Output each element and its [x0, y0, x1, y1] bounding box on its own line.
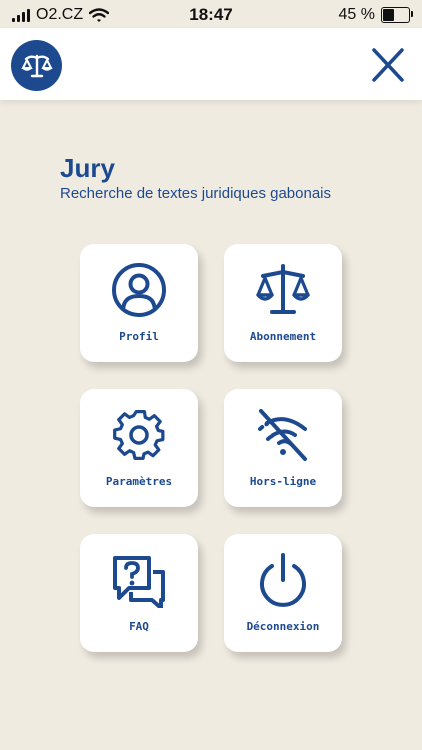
- logout-label: Déconnexion: [246, 620, 320, 633]
- battery-percent: 45 %: [338, 6, 375, 23]
- page-subtitle: Recherche de textes juridiques gabonais: [60, 185, 332, 202]
- offline-button[interactable]: Hors-ligne: [224, 389, 342, 507]
- subscription-label: Abonnement: [249, 330, 317, 343]
- question-chat-icon: [113, 556, 165, 608]
- page-title: Jury: [60, 153, 115, 183]
- profile-label: Profil: [119, 330, 159, 343]
- close-button[interactable]: [366, 45, 410, 87]
- scales-logo-icon: [11, 40, 62, 91]
- battery-icon: [381, 7, 413, 23]
- profile-button[interactable]: Profil: [80, 244, 198, 362]
- battery-group: 45 %: [338, 6, 413, 24]
- faq-button[interactable]: FAQ: [80, 534, 198, 652]
- wifi-off-icon: [258, 409, 307, 461]
- close-icon: [372, 48, 404, 82]
- user-circle-icon: [112, 263, 166, 317]
- faq-label: FAQ: [129, 620, 149, 633]
- settings-button[interactable]: Paramètres: [80, 389, 198, 507]
- scales-icon: [256, 264, 310, 314]
- logout-button[interactable]: Déconnexion: [224, 534, 342, 652]
- power-icon: [260, 553, 306, 607]
- subscription-button[interactable]: Abonnement: [224, 244, 342, 362]
- gear-icon: [113, 409, 165, 461]
- settings-label: Paramètres: [105, 475, 173, 488]
- offline-label: Hors-ligne: [249, 475, 317, 488]
- app-header: [0, 28, 422, 100]
- status-bar: O2.CZ 18:47 45 %: [0, 0, 422, 28]
